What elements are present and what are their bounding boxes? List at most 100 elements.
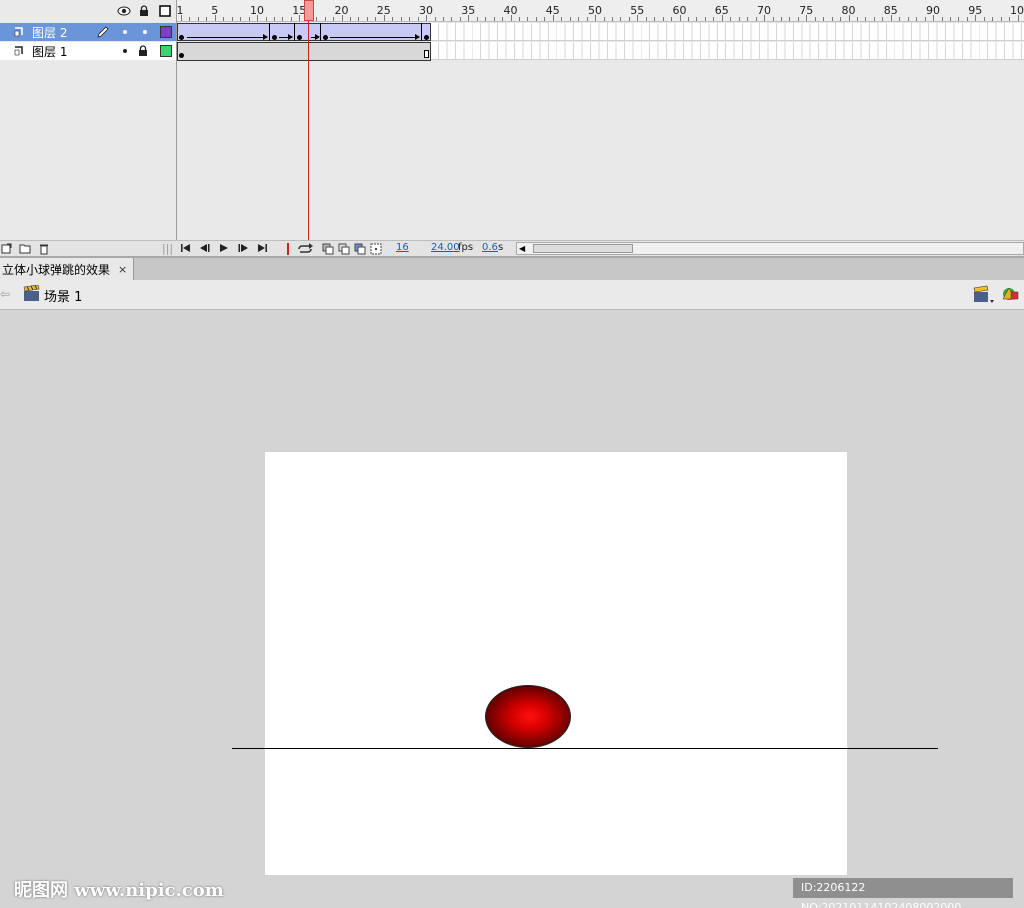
ruler-tick [493,17,495,21]
tween-arrow [279,34,293,40]
ruler-tick [924,17,926,21]
ruler-tick [857,17,858,21]
back-arrow-icon[interactable]: ⇦ [0,287,10,301]
layer-name: 图层 1 [32,45,68,59]
ruler-tick [535,17,537,21]
ruler-tick [400,17,402,21]
visibility-dot[interactable] [123,49,127,53]
ruler-tick [240,17,242,21]
ruler-label: 60 [672,4,687,17]
ruler-label: 75 [799,4,814,17]
ruler-tick [290,17,292,21]
current-frame-value[interactable]: 16 [396,242,409,253]
watermark-logo: 昵图网 www.nipic.com [14,880,224,901]
tween-span[interactable] [177,23,431,41]
document-tab[interactable]: 立体小球弹跳的效果 × [0,258,135,280]
ruler-tick [561,17,563,21]
edit-scene-button[interactable] [972,285,994,305]
modify-markers-icon[interactable] [370,243,382,255]
layer-color-swatch[interactable] [160,45,172,57]
red-ball[interactable] [485,685,571,748]
ruler-tick [696,17,698,21]
ruler-tick [206,17,208,21]
eye-icon[interactable] [117,4,131,18]
ruler-tick [772,17,774,21]
edit-bar: ⇦ 场景 1 [0,280,1024,310]
ruler-tick [662,17,664,21]
keyframe-divider [421,23,422,41]
last-frame-icon[interactable] [257,243,268,255]
first-frame-icon[interactable] [180,243,191,255]
ruler-tick [958,17,960,21]
stage-area[interactable] [0,311,1024,908]
stage-canvas[interactable] [265,452,847,875]
step-forward-icon[interactable] [238,243,249,255]
ruler-tick [197,17,199,21]
visibility-dot[interactable] [123,30,127,34]
ruler-label: 65 [714,4,729,17]
onion-skin-icon[interactable] [322,243,334,255]
lock-icon[interactable] [138,45,148,60]
keyframe[interactable] [272,35,277,40]
ruler-tick [578,17,580,21]
layer-color-swatch[interactable] [160,26,172,38]
new-folder-icon[interactable] [19,243,31,255]
play-icon[interactable] [219,243,229,255]
ruler-tick [434,17,436,21]
keyframe[interactable] [179,35,184,40]
lock-dot[interactable] [143,30,147,34]
ruler-tick [375,17,377,21]
ruler-label: 85 [883,4,898,17]
layer-row-1[interactable]: 图层 1 [0,42,176,60]
ruler-tick [654,17,656,21]
ruler-label: 95 [968,4,983,17]
end-frame[interactable] [424,50,429,58]
ruler-tick [273,17,275,21]
close-icon[interactable]: × [118,263,127,276]
ruler-tick [713,17,715,21]
ruler-tick [628,17,630,21]
ruler-label: 10 [1010,4,1024,17]
timeline-scrollbar[interactable]: ◀ [516,242,1024,255]
ruler-tick [519,17,520,21]
center-frame-icon[interactable] [284,243,292,255]
scene-label[interactable]: 场景 1 [44,286,82,305]
ruler-tick [282,17,284,21]
ruler-tick [611,17,613,21]
ruler-tick [603,17,605,21]
new-layer-icon[interactable] [1,243,12,255]
frames-area[interactable] [177,22,1024,62]
keyframe[interactable] [323,35,328,40]
trash-icon[interactable] [39,243,49,255]
frame-rate-value[interactable]: 24.00 [431,242,460,253]
lock-icon[interactable] [137,4,151,18]
ruler-tick [358,17,360,21]
ruler-tick [730,17,732,21]
keyframe[interactable] [297,35,302,40]
onion-outline-icon[interactable] [338,243,350,255]
ruler-tick [840,17,842,21]
document-tab-title: 立体小球弹跳的效果 [2,262,111,277]
loop-icon[interactable] [296,243,314,255]
ground-line[interactable] [232,748,938,749]
edit-symbol-button[interactable] [1001,285,1024,305]
ruler-label: 10 [250,4,265,17]
ruler-label: 45 [545,4,560,17]
outline-icon[interactable] [158,4,172,18]
edit-multiple-frames-icon[interactable] [354,243,366,255]
ruler-tick [941,17,943,21]
ruler-tick [476,17,478,21]
keyframe[interactable] [424,35,429,40]
elapsed-value[interactable]: 0.6 [482,242,498,253]
ruler-tick [747,17,749,21]
step-back-icon[interactable] [199,243,210,255]
keyframe[interactable] [179,53,184,58]
playhead[interactable] [304,0,314,21]
ruler-tick [755,17,757,21]
ruler-tick [738,17,740,21]
scroll-left-icon[interactable]: ◀ [519,244,525,253]
ruler-tick [265,17,267,21]
layer-row-2[interactable]: 图层 2 [0,23,176,41]
scroll-thumb[interactable] [533,244,633,253]
static-span[interactable] [177,42,431,61]
